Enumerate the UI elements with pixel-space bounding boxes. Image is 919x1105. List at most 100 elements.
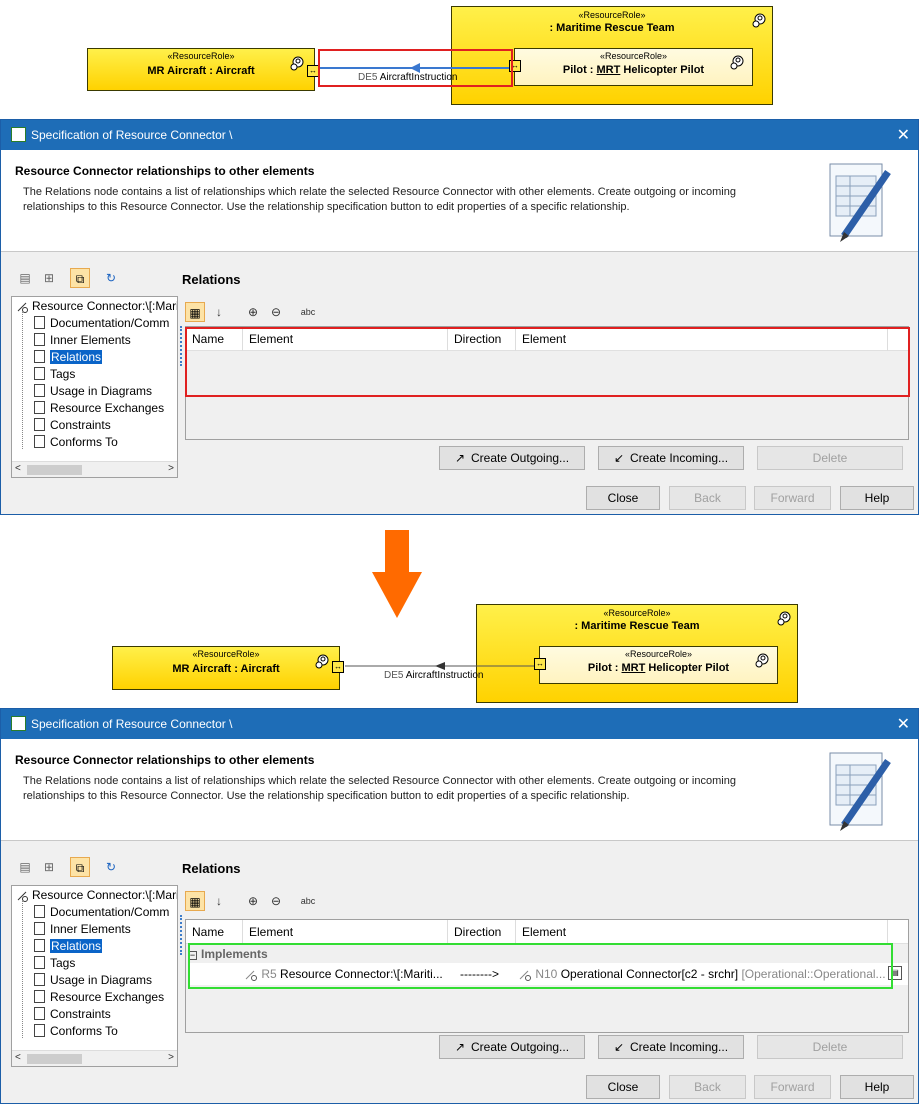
tree-item-usage-in-diagrams[interactable]: Usage in Diagrams — [34, 972, 152, 989]
help-button[interactable]: Help — [840, 486, 914, 510]
tree-item-usage-in-diagrams[interactable]: Usage in Diagrams — [34, 383, 152, 400]
back-button[interactable]: Back — [669, 486, 746, 510]
node-icon — [34, 956, 45, 970]
mr-aircraft-role[interactable]: «ResourceRole» MR Aircraft : Aircraft — [112, 646, 340, 690]
column-direction[interactable]: Direction — [448, 920, 516, 944]
tree-item-constraints[interactable]: Constraints — [34, 1006, 111, 1023]
node-icon — [34, 1024, 45, 1038]
help-button[interactable]: Help — [840, 1075, 914, 1099]
column-name[interactable]: Name — [186, 920, 243, 944]
refresh-icon[interactable]: ↻ — [101, 857, 121, 877]
close-icon[interactable]: ✕ — [897, 125, 910, 145]
tree-item-relations[interactable]: Relations — [34, 938, 103, 955]
tree-root[interactable]: Resource Connector:\[:Mari — [16, 887, 177, 904]
mr-aircraft-role[interactable]: «ResourceRole» MR Aircraft : Aircraft — [87, 48, 315, 91]
new-relation-highlight-green — [188, 943, 893, 989]
stereotype-label: «ResourceRole» — [603, 608, 671, 618]
scroll-right-icon[interactable]: > — [168, 1052, 174, 1063]
tree-view-icon[interactable]: ▤ — [15, 857, 35, 877]
navigation-tree[interactable]: Resource Connector:\[:Mari Documentation… — [11, 885, 178, 1067]
close-button[interactable]: Close — [586, 1075, 660, 1099]
create-incoming-button[interactable]: ↙ Create Incoming... — [598, 1035, 744, 1059]
resource-role-icon — [730, 55, 744, 70]
forward-button[interactable]: Forward — [754, 1075, 831, 1099]
resource-role-icon — [777, 611, 791, 626]
refresh-icon[interactable]: ↻ — [101, 268, 121, 288]
tree-item-conforms-to[interactable]: Conforms To — [34, 434, 118, 451]
document-pencil-icon — [829, 163, 891, 242]
pilot-role[interactable]: «ResourceRole» Pilot : MRT Helicopter Pi… — [539, 646, 778, 684]
tree-item-tags[interactable]: Tags — [34, 366, 75, 383]
node-icon — [34, 316, 45, 330]
categorized-view-icon[interactable]: ▦ — [185, 891, 205, 911]
sort-alpha-icon[interactable]: ↓ — [209, 302, 229, 322]
create-incoming-button[interactable]: ↙ Create Incoming... — [598, 446, 744, 470]
tree-root[interactable]: Resource Connector:\[:Mari — [16, 298, 177, 315]
scroll-left-icon[interactable]: < — [15, 1052, 21, 1063]
specification-dialog-before: Specification of Resource Connector \ ✕ … — [0, 119, 919, 515]
node-icon — [34, 1007, 45, 1021]
collapse-all-icon[interactable]: ⊖ — [266, 302, 286, 322]
dialog-title: Specification of Resource Connector \ — [31, 128, 233, 142]
dialog-header: Resource Connector relationships to othe… — [1, 739, 918, 841]
expand-all-icon[interactable]: ⊕ — [243, 891, 263, 911]
tree-item-inner-elements[interactable]: Inner Elements — [34, 332, 131, 349]
dialog-app-icon — [11, 716, 26, 731]
create-outgoing-button[interactable]: ↗ Create Outgoing... — [439, 1035, 585, 1059]
dialog-titlebar[interactable]: Specification of Resource Connector \ ✕ — [1, 120, 918, 150]
create-outgoing-button[interactable]: ↗ Create Outgoing... — [439, 446, 585, 470]
scroll-left-icon[interactable]: < — [15, 463, 21, 474]
incoming-arrow-icon: ↙ — [613, 451, 624, 465]
scroll-right-icon[interactable]: > — [168, 463, 174, 474]
close-button[interactable]: Close — [586, 486, 660, 510]
scroll-thumb[interactable] — [27, 465, 82, 475]
panel-splitter[interactable] — [180, 326, 182, 366]
tree-item-relations[interactable]: Relations — [34, 349, 103, 366]
port-aircraft[interactable]: ↔ — [332, 661, 344, 673]
delete-button[interactable]: Delete — [757, 446, 903, 470]
role-name: : Maritime Rescue Team — [574, 620, 700, 632]
categorized-view-icon[interactable]: ▦ — [185, 302, 205, 322]
sort-alpha-icon[interactable]: ↓ — [209, 891, 229, 911]
tree-hierarchy-icon[interactable]: ⊞ — [39, 268, 59, 288]
role-name: Pilot : MRT Helicopter Pilot — [562, 64, 705, 76]
tree-view-icon[interactable]: ▤ — [15, 268, 35, 288]
dialog-title: Specification of Resource Connector \ — [31, 717, 233, 731]
role-name: MR Aircraft : Aircraft — [147, 65, 255, 77]
compact-view-icon[interactable]: ⧉ — [70, 857, 90, 877]
tree-hierarchy-icon[interactable]: ⊞ — [39, 857, 59, 877]
tree-horizontal-scrollbar[interactable]: < > — [12, 1050, 177, 1066]
filter-text-icon[interactable]: abc — [298, 891, 318, 911]
compact-view-icon[interactable]: ⧉ — [70, 268, 90, 288]
tree-item-documentation[interactable]: Documentation/Comm — [34, 904, 169, 921]
column-target-element[interactable]: Element — [516, 920, 888, 944]
pilot-role[interactable]: «ResourceRole» Pilot : MRT Helicopter Pi… — [514, 48, 753, 86]
resource-role-icon — [752, 13, 766, 28]
tree-guide-line — [22, 901, 23, 1038]
expand-all-icon[interactable]: ⊕ — [243, 302, 263, 322]
back-button[interactable]: Back — [669, 1075, 746, 1099]
tree-item-resource-exchanges[interactable]: Resource Exchanges — [34, 400, 164, 417]
tree-item-tags[interactable]: Tags — [34, 955, 75, 972]
tree-item-documentation[interactable]: Documentation/Comm — [34, 315, 169, 332]
navigation-tree[interactable]: Resource Connector:\[:Mari Documentation… — [11, 296, 178, 478]
tree-item-resource-exchanges[interactable]: Resource Exchanges — [34, 989, 164, 1006]
tree-item-constraints[interactable]: Constraints — [34, 417, 111, 434]
specification-dialog-after: Specification of Resource Connector \ ✕ … — [0, 708, 919, 1104]
port-pilot[interactable]: ↔ — [534, 658, 546, 670]
tree-item-conforms-to[interactable]: Conforms To — [34, 1023, 118, 1040]
scroll-thumb[interactable] — [27, 1054, 82, 1064]
delete-button[interactable]: Delete — [757, 1035, 903, 1059]
outgoing-arrow-icon: ↗ — [454, 1040, 465, 1054]
connector-label[interactable]: DE5 AircraftInstruction — [384, 670, 484, 681]
forward-button[interactable]: Forward — [754, 486, 831, 510]
dialog-titlebar[interactable]: Specification of Resource Connector \ ✕ — [1, 709, 918, 739]
tree-item-inner-elements[interactable]: Inner Elements — [34, 921, 131, 938]
tree-horizontal-scrollbar[interactable]: < > — [12, 461, 177, 477]
header-title: Resource Connector relationships to othe… — [15, 753, 315, 767]
collapse-all-icon[interactable]: ⊖ — [266, 891, 286, 911]
panel-splitter[interactable] — [180, 915, 182, 955]
column-element[interactable]: Element — [243, 920, 448, 944]
filter-text-icon[interactable]: abc — [298, 302, 318, 322]
close-icon[interactable]: ✕ — [897, 714, 910, 734]
